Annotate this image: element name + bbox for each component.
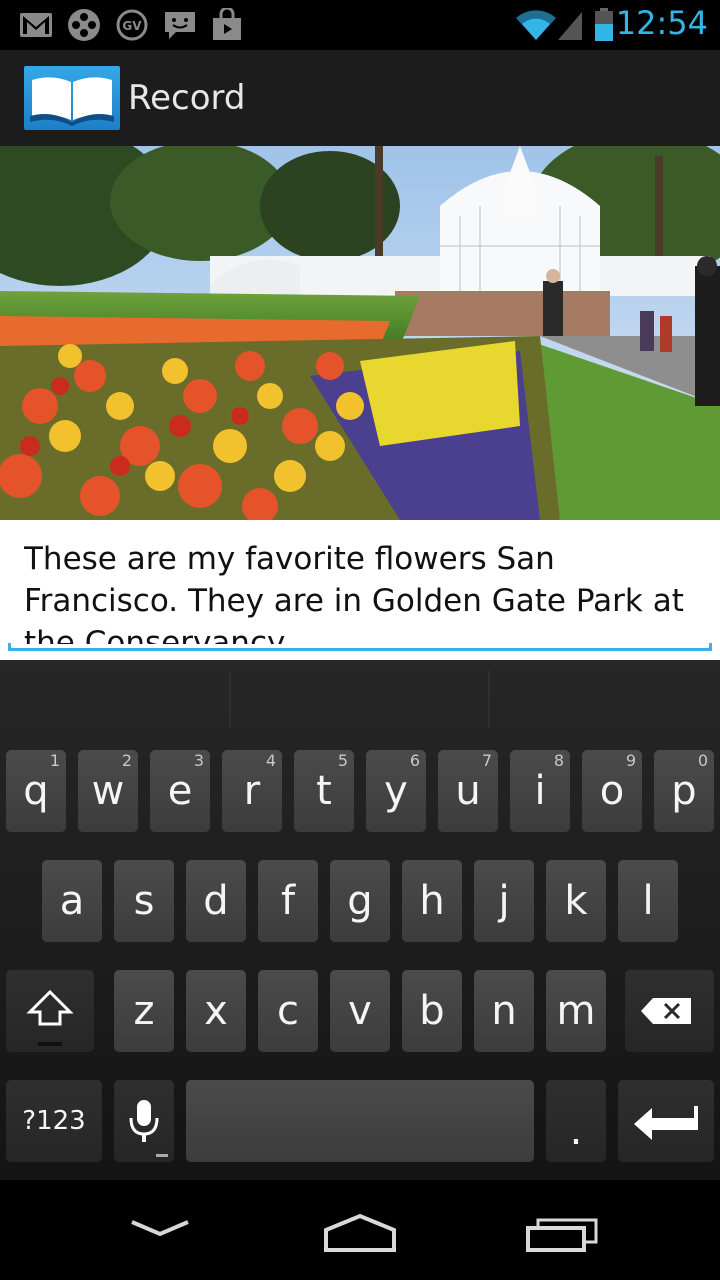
- shopping-bag-icon: [213, 8, 241, 40]
- text-field-underline: [8, 643, 712, 651]
- recent-apps-icon[interactable]: [522, 1216, 602, 1256]
- home-icon[interactable]: [318, 1208, 402, 1256]
- key-e[interactable]: 3e: [150, 750, 210, 832]
- navigation-bar: [0, 1180, 720, 1280]
- key-s[interactable]: s: [114, 860, 174, 942]
- symbols-key[interactable]: ?123: [6, 1080, 102, 1162]
- page-title: Record: [128, 78, 246, 118]
- open-book-icon[interactable]: [24, 66, 120, 130]
- signal-icon: [558, 12, 582, 40]
- note-text-field[interactable]: These are my favorite flowers San Franci…: [24, 538, 704, 644]
- film-reel-icon: [68, 9, 100, 41]
- space-key[interactable]: [186, 1080, 534, 1162]
- shift-icon: [26, 989, 74, 1046]
- suggestion-divider: [229, 670, 231, 728]
- action-bar: Record: [0, 50, 720, 146]
- key-g[interactable]: g: [330, 860, 390, 942]
- key-w[interactable]: 2w: [78, 750, 138, 832]
- key-h[interactable]: h: [402, 860, 462, 942]
- key-r[interactable]: 4r: [222, 750, 282, 832]
- status-bar: GV 12:54: [0, 0, 720, 50]
- note-editor[interactable]: These are my favorite flowers San Franci…: [0, 520, 720, 660]
- back-icon[interactable]: [120, 1208, 200, 1252]
- key-t[interactable]: 5t: [294, 750, 354, 832]
- enter-key[interactable]: [618, 1080, 714, 1162]
- enter-arrow-icon: [634, 1106, 698, 1140]
- key-c[interactable]: c: [258, 970, 318, 1052]
- wifi-icon: [516, 10, 556, 40]
- key-v[interactable]: v: [330, 970, 390, 1052]
- soft-keyboard: 1q 2w 3e 4r 5t 6y 7u 8i 9o 0p a s d f g …: [0, 660, 720, 1180]
- backspace-icon: [641, 998, 691, 1024]
- svg-text:GV: GV: [122, 19, 142, 33]
- google-voice-icon: GV: [116, 9, 148, 41]
- key-z[interactable]: z: [114, 970, 174, 1052]
- key-p[interactable]: 0p: [654, 750, 714, 832]
- key-m[interactable]: m: [546, 970, 606, 1052]
- key-a[interactable]: a: [42, 860, 102, 942]
- clock: 12:54: [615, 4, 708, 42]
- suggestion-strip[interactable]: [0, 660, 720, 738]
- key-b[interactable]: b: [402, 970, 462, 1052]
- garden-photo[interactable]: [0, 146, 720, 520]
- key-i[interactable]: 8i: [510, 750, 570, 832]
- key-j[interactable]: j: [474, 860, 534, 942]
- key-k[interactable]: k: [546, 860, 606, 942]
- key-l[interactable]: l: [618, 860, 678, 942]
- shift-key[interactable]: [6, 970, 94, 1052]
- period-key[interactable]: .: [546, 1080, 606, 1162]
- backspace-key[interactable]: [625, 970, 714, 1052]
- messaging-icon: [165, 12, 195, 39]
- key-f[interactable]: f: [258, 860, 318, 942]
- battery-icon: [595, 8, 613, 41]
- key-d[interactable]: d: [186, 860, 246, 942]
- key-o[interactable]: 9o: [582, 750, 642, 832]
- microphone-icon: [129, 1100, 168, 1157]
- key-n[interactable]: n: [474, 970, 534, 1052]
- key-x[interactable]: x: [186, 970, 246, 1052]
- voice-input-key[interactable]: [114, 1080, 174, 1162]
- key-u[interactable]: 7u: [438, 750, 498, 832]
- key-y[interactable]: 6y: [366, 750, 426, 832]
- gmail-icon: [20, 13, 52, 37]
- key-q[interactable]: 1q: [6, 750, 66, 832]
- suggestion-divider: [488, 670, 490, 728]
